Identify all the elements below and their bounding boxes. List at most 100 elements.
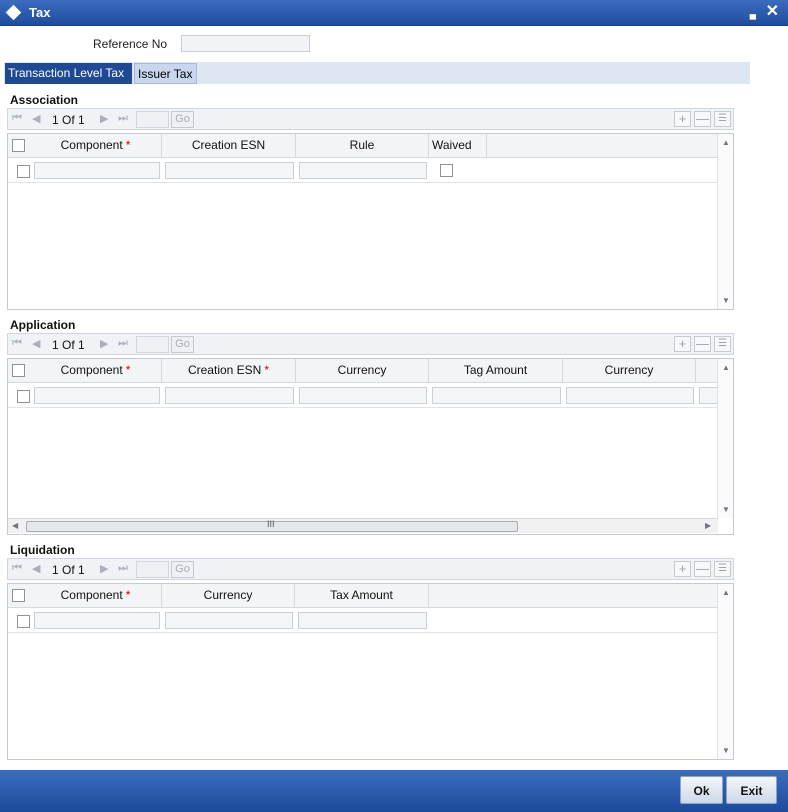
tab-strip: Transaction Level Tax Issuer Tax	[4, 62, 750, 84]
scroll-down-icon[interactable]: ▼	[722, 296, 730, 305]
component-input[interactable]	[34, 387, 160, 404]
creation-esn-input[interactable]	[165, 387, 294, 404]
column-header-currency: Currency	[296, 359, 429, 382]
delete-row-icon[interactable]: —	[694, 336, 711, 352]
page-number-input[interactable]	[136, 336, 169, 353]
tab-issuer-tax[interactable]: Issuer Tax	[134, 63, 197, 84]
column-header-tag-amount: Tag Amount	[429, 359, 563, 382]
tax-amount-input[interactable]	[298, 612, 427, 629]
currency-input[interactable]	[165, 612, 293, 629]
diamond-icon	[5, 4, 22, 21]
first-page-icon[interactable]: ⏮	[12, 112, 22, 125]
reference-no-label: Reference No	[93, 37, 168, 51]
application-grid: Component * Creation ESN * Currency Tag Am…	[7, 358, 734, 535]
grid-header: Component * Creation ESN Rule Waived	[8, 134, 718, 158]
scroll-up-icon[interactable]: ▲	[722, 138, 730, 147]
column-header-waived: Waived	[429, 134, 487, 157]
single-view-icon[interactable]: ☰	[714, 561, 731, 577]
currency-input[interactable]	[299, 387, 427, 404]
required-marker: *	[125, 363, 131, 377]
first-page-icon[interactable]: ⏮	[12, 562, 22, 575]
required-marker: *	[125, 138, 131, 152]
grid-header: Component * Creation ESN * Currency Tag Am…	[8, 359, 718, 383]
association-navbar: ⏮ ◀ 1 Of 1 ▶ ⏭ Go + — ☰	[7, 108, 734, 130]
add-row-icon[interactable]: +	[674, 561, 691, 577]
vertical-scrollbar[interactable]: ▲ ▼	[717, 134, 733, 309]
scroll-down-icon[interactable]: ▼	[722, 746, 730, 755]
next-page-icon[interactable]: ▶	[100, 337, 108, 350]
creation-esn-input[interactable]	[165, 162, 294, 179]
go-button[interactable]: Go	[171, 336, 194, 353]
scroll-up-icon[interactable]: ▲	[722, 588, 730, 597]
table-row	[8, 383, 718, 408]
add-row-icon[interactable]: +	[674, 336, 691, 352]
component-input[interactable]	[34, 162, 160, 179]
row-select-checkbox[interactable]	[17, 390, 30, 403]
page-number-input[interactable]	[136, 561, 169, 578]
single-view-icon[interactable]: ☰	[714, 111, 731, 127]
horizontal-scroll-thumb[interactable]: III	[26, 519, 518, 532]
currency-2-input[interactable]	[566, 387, 694, 404]
go-button[interactable]: Go	[171, 111, 194, 128]
column-header-currency-2: Currency	[563, 359, 696, 382]
add-row-icon[interactable]: +	[674, 111, 691, 127]
overflow-cell-input[interactable]	[699, 387, 718, 404]
required-marker: *	[264, 363, 270, 377]
next-page-icon[interactable]: ▶	[100, 112, 108, 125]
previous-page-icon[interactable]: ◀	[32, 337, 40, 350]
scroll-down-icon[interactable]: ▼	[722, 505, 730, 514]
column-header-component: Component *	[30, 359, 162, 382]
column-header-component: Component *	[30, 134, 162, 157]
window-title: Tax	[29, 5, 51, 20]
liquidation-title: Liquidation	[10, 543, 75, 557]
liquidation-navbar: ⏮ ◀ 1 Of 1 ▶ ⏭ Go + — ☰	[7, 558, 734, 580]
required-marker: *	[125, 588, 131, 602]
page-number-input[interactable]	[136, 111, 169, 128]
delete-row-icon[interactable]: —	[694, 561, 711, 577]
select-all-checkbox[interactable]	[12, 364, 25, 377]
dialog-footer: Ok Exit	[0, 770, 788, 812]
grid-header: Component * Currency Tax Amount	[8, 584, 718, 608]
row-select-checkbox[interactable]	[17, 615, 30, 628]
column-header-tax-amount: Tax Amount	[295, 584, 429, 607]
go-button[interactable]: Go	[171, 561, 194, 578]
column-header-creation-esn: Creation ESN *	[162, 359, 296, 382]
last-page-icon[interactable]: ⏭	[118, 337, 128, 350]
select-all-checkbox[interactable]	[12, 139, 25, 152]
next-page-icon[interactable]: ▶	[100, 562, 108, 575]
tag-amount-input[interactable]	[432, 387, 561, 404]
vertical-scrollbar[interactable]: ▲ ▼	[717, 359, 733, 518]
vertical-scrollbar[interactable]: ▲ ▼	[717, 584, 733, 759]
waived-checkbox[interactable]	[440, 164, 453, 177]
single-view-icon[interactable]: ☰	[714, 336, 731, 352]
previous-page-icon[interactable]: ◀	[32, 562, 40, 575]
horizontal-scrollbar[interactable]: ◀ III ▶	[8, 518, 718, 533]
exit-button[interactable]: Exit	[726, 776, 777, 804]
reference-no-input[interactable]	[181, 35, 310, 52]
scroll-left-icon[interactable]: ◀	[12, 521, 18, 530]
first-page-icon[interactable]: ⏮	[12, 337, 22, 350]
scroll-right-icon[interactable]: ▶	[705, 521, 711, 530]
ok-button[interactable]: Ok	[680, 776, 723, 804]
table-row	[8, 158, 718, 183]
component-input[interactable]	[34, 612, 160, 629]
application-title: Application	[10, 318, 76, 332]
row-select-checkbox[interactable]	[17, 165, 30, 178]
association-grid: Component * Creation ESN Rule Waived ▲ ▼	[7, 133, 734, 310]
delete-row-icon[interactable]: —	[694, 111, 711, 127]
page-indicator: 1 Of 1	[52, 113, 85, 127]
column-header-creation-esn: Creation ESN	[162, 134, 296, 157]
last-page-icon[interactable]: ⏭	[118, 562, 128, 575]
select-all-checkbox[interactable]	[12, 589, 25, 602]
page-indicator: 1 Of 1	[52, 563, 85, 577]
previous-page-icon[interactable]: ◀	[32, 112, 40, 125]
rule-input[interactable]	[299, 162, 427, 179]
tab-transaction-level-tax[interactable]: Transaction Level Tax	[5, 63, 132, 84]
scroll-up-icon[interactable]: ▲	[722, 363, 730, 372]
close-icon[interactable]: ✕	[766, 1, 779, 21]
table-row	[8, 608, 718, 633]
last-page-icon[interactable]: ⏭	[118, 112, 128, 125]
minimize-icon[interactable]: ▄	[750, 9, 756, 19]
scroll-grip: III	[267, 519, 275, 529]
association-title: Association	[10, 93, 79, 107]
